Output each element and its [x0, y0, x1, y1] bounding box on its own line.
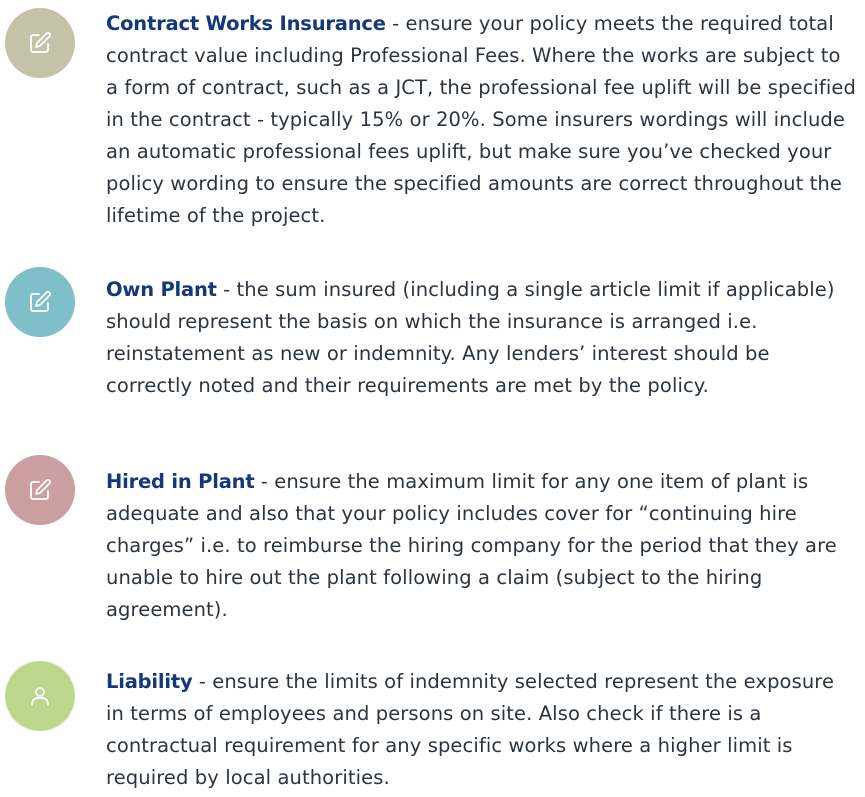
item-body: - ensure your policy meets the required … [106, 12, 856, 227]
edit-icon [5, 267, 75, 337]
edit-icon [5, 8, 75, 78]
item-text: Own Plant - the sum insured (including a… [106, 274, 856, 402]
item-title: Own Plant [106, 278, 217, 301]
item-text: Liability - ensure the limits of indemni… [106, 666, 856, 794]
item-title: Contract Works Insurance [106, 12, 386, 35]
item-title: Liability [106, 670, 193, 693]
edit-icon [5, 455, 75, 525]
item-text: Hired in Plant - ensure the maximum limi… [106, 466, 856, 626]
item-text: Contract Works Insurance - ensure your p… [106, 8, 856, 232]
item-body: - ensure the limits of indemnity selecte… [106, 670, 835, 789]
user-icon [5, 661, 75, 731]
item-title: Hired in Plant [106, 470, 255, 493]
